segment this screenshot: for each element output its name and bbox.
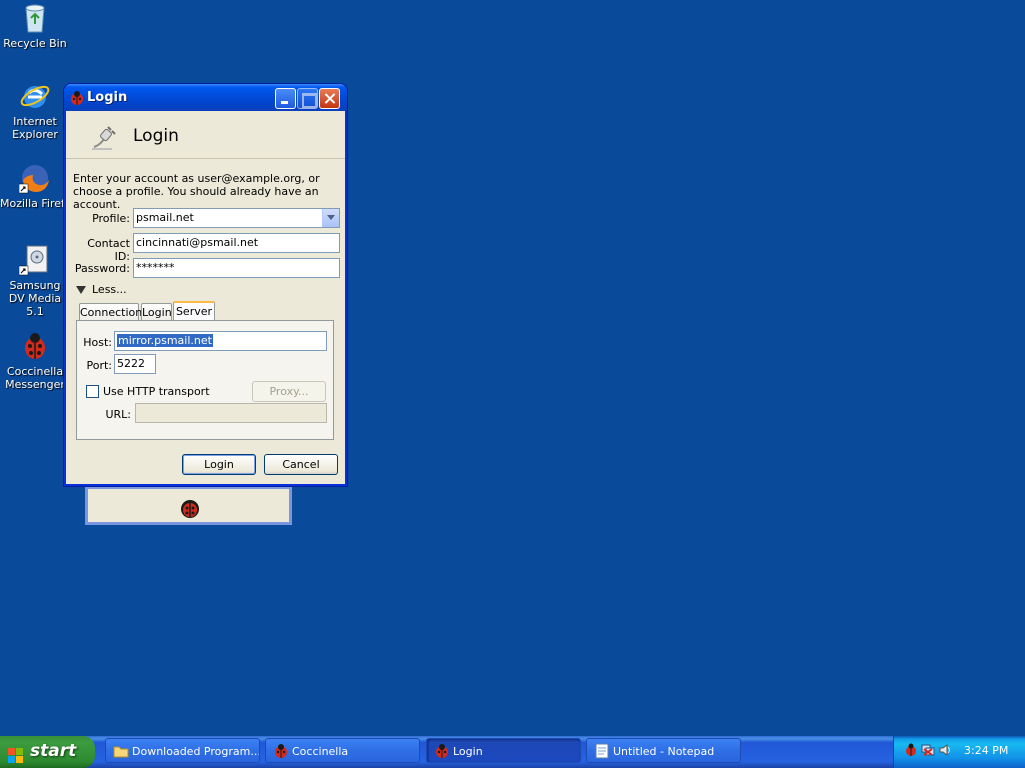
profile-select[interactable]: psmail.net bbox=[133, 208, 340, 228]
http-transport-label[interactable]: Use HTTP transport bbox=[103, 385, 210, 398]
start-label: start bbox=[30, 741, 77, 761]
server-tab-panel: Host: mirror.psmail.net Port: 5222 Use H… bbox=[76, 320, 334, 440]
chevron-down-icon[interactable] bbox=[322, 209, 339, 227]
coccinella-status-icon[interactable] bbox=[180, 499, 200, 522]
coccinella-tray-icon[interactable] bbox=[904, 743, 918, 757]
host-label: Host: bbox=[83, 336, 112, 349]
notepad-icon bbox=[594, 743, 610, 759]
desktop-icon-internet-explorer[interactable]: Internet Explorer bbox=[0, 80, 70, 141]
dialog-header: Login bbox=[66, 111, 345, 159]
volume-icon[interactable] bbox=[938, 743, 952, 757]
proxy-button[interactable]: Proxy... bbox=[252, 381, 326, 402]
dialog-heading: Login bbox=[133, 126, 179, 146]
desktop-icon-samsung[interactable]: Samsung DV Media 5.1 bbox=[0, 244, 70, 318]
window-title: Login bbox=[87, 90, 128, 105]
taskbar-item-coccinella[interactable]: Coccinella bbox=[265, 738, 420, 763]
intro-text: Enter your account as user@example.org, … bbox=[73, 172, 320, 211]
desktop-icon-label: Coccinella Messenger bbox=[5, 365, 65, 391]
close-button[interactable] bbox=[319, 88, 340, 109]
host-value: mirror.psmail.net bbox=[117, 334, 213, 347]
url-input[interactable] bbox=[135, 403, 327, 423]
title-bar[interactable]: Login bbox=[64, 84, 347, 111]
task-label: Downloaded Program... bbox=[132, 745, 260, 758]
password-input[interactable]: ******* bbox=[133, 258, 340, 278]
task-label: Untitled - Notepad bbox=[613, 745, 715, 758]
port-label: Port: bbox=[86, 359, 112, 372]
taskbar-item-login[interactable]: Login bbox=[426, 738, 581, 763]
desktop-icon-label: Mozilla Firefo bbox=[0, 197, 70, 210]
login-dialog: Login Login Enter your account as user@e… bbox=[64, 84, 347, 486]
http-transport-checkbox[interactable] bbox=[86, 385, 99, 398]
network-disconnected-icon[interactable] bbox=[921, 743, 935, 757]
password-label: Password: bbox=[74, 262, 130, 275]
taskbar-item-notepad[interactable]: Untitled - Notepad bbox=[586, 738, 741, 763]
url-label: URL: bbox=[105, 408, 131, 421]
contact-id-label: Contact ID: bbox=[87, 237, 130, 263]
taskbar-item-downloaded-programs[interactable]: Downloaded Program... bbox=[105, 738, 260, 763]
profile-label: Profile: bbox=[92, 212, 130, 225]
contact-id-input[interactable]: cincinnati@psmail.net bbox=[133, 233, 340, 253]
tab-server[interactable]: Server bbox=[173, 301, 215, 322]
coccinella-main-window[interactable] bbox=[85, 486, 292, 525]
windows-logo-icon bbox=[8, 744, 24, 763]
coccinella-icon bbox=[69, 90, 85, 110]
minimize-button[interactable] bbox=[275, 88, 296, 109]
login-button[interactable]: Login bbox=[182, 454, 256, 475]
profile-value: psmail.net bbox=[136, 211, 194, 224]
clock: 3:24 PM bbox=[964, 744, 1009, 757]
firefox-icon bbox=[18, 162, 51, 194]
system-tray: 3:24 PM bbox=[893, 736, 1025, 768]
desktop-icon-label: Recycle Bin bbox=[3, 37, 67, 50]
coccinella-icon bbox=[19, 330, 51, 362]
triangle-down-icon bbox=[76, 286, 86, 294]
taskbar: start Downloaded Program... Coccinella L… bbox=[0, 736, 1025, 768]
task-label: Coccinella bbox=[292, 745, 349, 758]
task-label: Login bbox=[453, 745, 483, 758]
plug-icon bbox=[90, 123, 118, 154]
host-input[interactable]: mirror.psmail.net bbox=[114, 331, 327, 351]
desktop-icon-firefox[interactable]: Mozilla Firefo bbox=[0, 162, 70, 210]
desktop-icon-coccinella[interactable]: Coccinella Messenger bbox=[0, 330, 70, 391]
desktop-icon-recycle-bin[interactable]: Recycle Bin bbox=[0, 2, 70, 50]
coccinella-icon bbox=[434, 743, 450, 759]
desktop-icon-label: Samsung DV Media 5.1 bbox=[8, 279, 62, 318]
port-input[interactable]: 5222 bbox=[114, 354, 156, 374]
desktop-icon-label: Internet Explorer bbox=[12, 115, 58, 141]
maximize-button[interactable] bbox=[297, 88, 318, 109]
start-button[interactable]: start bbox=[0, 736, 95, 768]
recycle-bin-icon bbox=[19, 2, 51, 34]
folder-icon bbox=[113, 743, 129, 759]
cancel-button[interactable]: Cancel bbox=[264, 454, 338, 475]
internet-explorer-icon bbox=[19, 80, 51, 112]
less-toggle[interactable]: Less... bbox=[76, 283, 127, 296]
samsung-dvd-icon bbox=[18, 244, 51, 276]
coccinella-icon bbox=[273, 743, 289, 759]
less-label: Less... bbox=[92, 283, 127, 296]
